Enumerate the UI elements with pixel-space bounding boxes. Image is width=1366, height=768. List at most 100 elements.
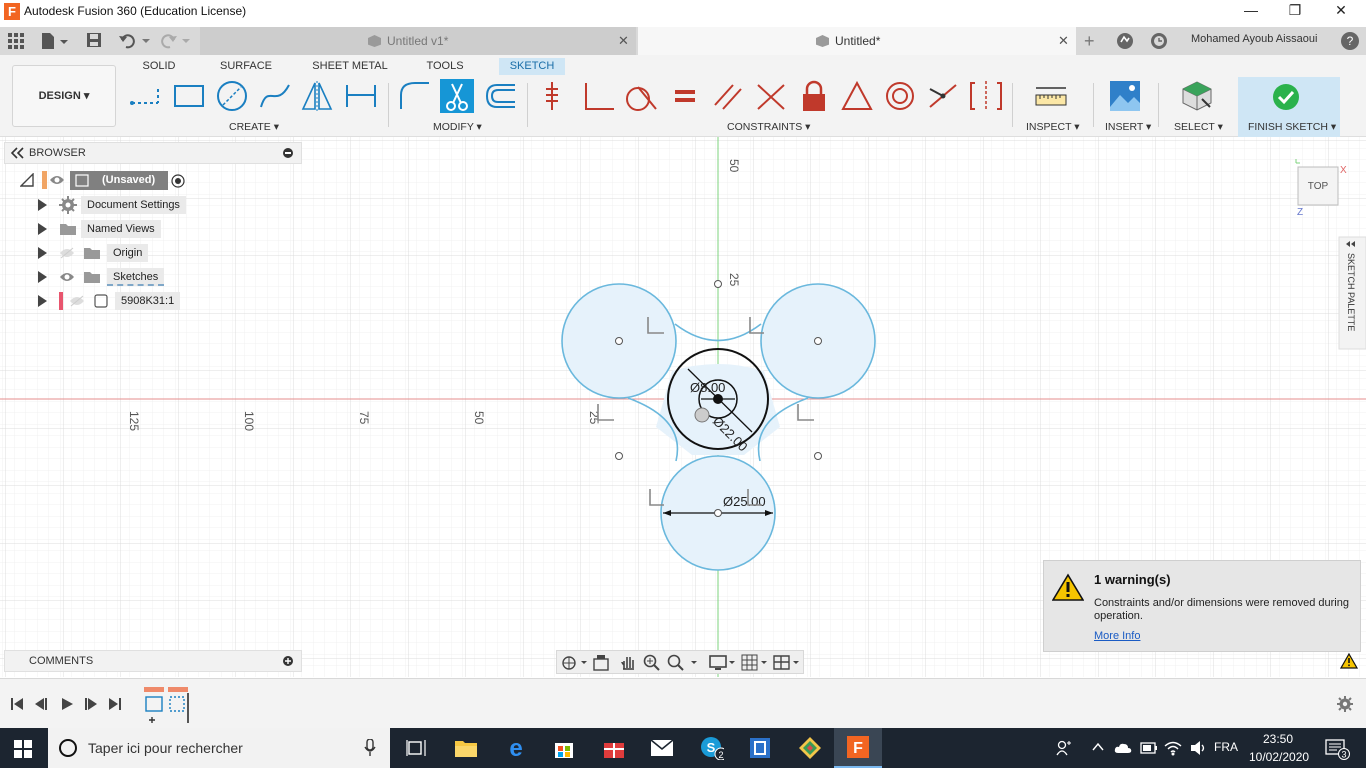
select-group-label[interactable]: SELECT ▾ [1174,121,1223,133]
finish-sketch-label[interactable]: FINISH SKETCH ▾ [1248,121,1336,133]
coincident-constraint-icon[interactable] [538,79,572,113]
fillet-tool-icon[interactable] [397,79,431,113]
battery-icon[interactable] [1140,742,1158,754]
constraints-group-label[interactable]: CONSTRAINTS ▾ [727,121,810,133]
app-grid-icon[interactable] [8,33,24,52]
clock-date[interactable]: 10/02/2020 [1249,750,1309,764]
expand-arrow-icon[interactable] [38,295,47,307]
tab-untitled[interactable]: Untitled* ✕ [638,27,1076,55]
tree-row-named-views[interactable]: Named Views [38,219,161,239]
collapse-browser-icon[interactable] [10,147,25,162]
expand-arrow-icon[interactable] [38,271,47,283]
undo-icon[interactable] [118,32,152,53]
go-to-end-icon[interactable] [108,697,122,711]
visibility-eye-icon[interactable] [49,174,65,189]
activate-radio-icon[interactable] [171,174,185,191]
more-info-link[interactable]: More Info [1094,630,1140,642]
offset-tool-icon[interactable] [483,79,517,113]
browser-panel-header[interactable]: BROWSER [4,142,302,164]
new-tab-plus-icon[interactable]: + [1084,31,1095,52]
perpendicular-constraint-icon[interactable] [582,79,616,113]
dimension-lower-text[interactable]: Ø25.00 [723,494,766,509]
fit-zoom-icon[interactable] [667,654,699,672]
taskbar-search-box[interactable]: Taper ici pour rechercher [48,728,390,768]
warning-indicator-icon[interactable] [1340,653,1358,669]
zoom-icon[interactable] [643,654,661,672]
rectangle-tool-icon[interactable] [172,79,206,113]
dimension-inner-text[interactable]: Ø8.00 [690,380,725,395]
minimize-button[interactable]: — [1241,2,1261,18]
timeline-settings-gear-icon[interactable] [1336,695,1354,713]
tab-sheet-metal[interactable]: SHEET METAL [308,58,392,75]
mail-icon[interactable] [650,736,674,760]
symmetry-constraint-icon[interactable] [969,79,1003,113]
maximize-button[interactable]: ❐ [1285,2,1305,19]
clock-history-icon[interactable] [1150,32,1168,53]
tab-tools[interactable]: TOOLS [418,58,472,75]
expand-arrow-icon[interactable] [38,199,47,211]
tree-row-document-settings[interactable]: Document Settings [38,195,186,215]
onedrive-cloud-icon[interactable] [1114,741,1132,755]
root-component-node[interactable]: (Unsaved) [70,171,168,190]
microphone-icon[interactable] [364,739,376,757]
tree-row-sketches[interactable]: Sketches [38,267,165,287]
close-tab-button[interactable]: ✕ [618,27,629,55]
wifi-icon[interactable] [1164,740,1182,756]
pan-hand-icon[interactable] [619,653,637,671]
look-at-icon[interactable] [593,654,609,672]
people-icon[interactable] [1056,740,1072,756]
expand-arrow-icon[interactable] [38,223,47,235]
tab-sketch[interactable]: SKETCH [499,58,565,75]
root-expand-icon[interactable] [19,172,34,190]
dimension-tool-icon[interactable] [344,79,378,113]
circle-tool-icon[interactable] [215,79,249,113]
save-icon[interactable] [86,32,102,51]
step-back-icon[interactable] [34,697,48,711]
skype-icon[interactable]: S2 [700,736,724,760]
tab-surface[interactable]: SURFACE [214,58,278,75]
viewcube-top-label[interactable]: TOP [1308,181,1329,192]
measure-ruler-icon[interactable] [1034,79,1068,113]
modify-group-label[interactable]: MODIFY ▾ [433,121,482,133]
collinear-constraint-icon[interactable] [754,79,788,113]
browser-minimize-icon[interactable] [283,148,293,161]
fix-lock-icon[interactable] [797,79,831,113]
grid-settings-icon[interactable] [741,654,769,672]
triangle-constraint-icon[interactable] [840,79,874,113]
help-icon[interactable]: ? [1340,31,1360,54]
tangent-constraint-icon[interactable] [624,79,658,113]
tree-row-component[interactable]: 5908K31:1 [38,291,181,311]
midpoint-constraint-icon[interactable] [926,79,960,113]
app-diamond-icon[interactable] [798,736,822,760]
create-group-label[interactable]: CREATE ▾ [229,121,279,133]
notifications-icon[interactable]: 3 [1325,738,1351,760]
fusion-taskbar-button[interactable]: F [834,728,882,768]
store-icon[interactable] [552,736,576,760]
play-icon[interactable] [60,697,74,711]
step-forward-icon[interactable] [84,697,98,711]
show-hidden-icons-icon[interactable] [1092,742,1104,752]
line-tool-icon[interactable] [128,79,162,113]
timeline-feature-component-icon[interactable] [145,696,163,712]
tab-solid[interactable]: SOLID [136,58,182,75]
insert-image-icon[interactable] [1108,79,1142,113]
orbit-icon[interactable] [561,654,587,672]
close-tab-button[interactable]: ✕ [1058,27,1069,55]
sketch-palette-tab[interactable]: SKETCH PALETTE [1338,236,1366,350]
job-status-icon[interactable] [1116,32,1134,53]
add-comment-icon[interactable] [283,656,293,669]
insert-group-label[interactable]: INSERT ▾ [1105,121,1151,133]
sketch-palette-label[interactable]: SKETCH PALETTE [1346,253,1356,331]
hidden-eye-icon[interactable] [59,247,75,259]
viewports-icon[interactable] [773,654,801,672]
finish-checkmark-icon[interactable] [1272,83,1300,114]
user-name[interactable]: Mohamed Ayoub Aissaoui [1191,33,1317,45]
visibility-eye-icon[interactable] [59,271,75,283]
spline-tool-icon[interactable] [258,79,292,113]
clock-time[interactable]: 23:50 [1263,732,1293,746]
redo-icon[interactable] [160,32,194,53]
select-box-icon[interactable] [1180,79,1214,113]
inspect-group-label[interactable]: INSPECT ▾ [1026,121,1080,133]
windows-start-icon[interactable] [14,740,32,758]
language-indicator[interactable]: FRA [1214,740,1238,754]
